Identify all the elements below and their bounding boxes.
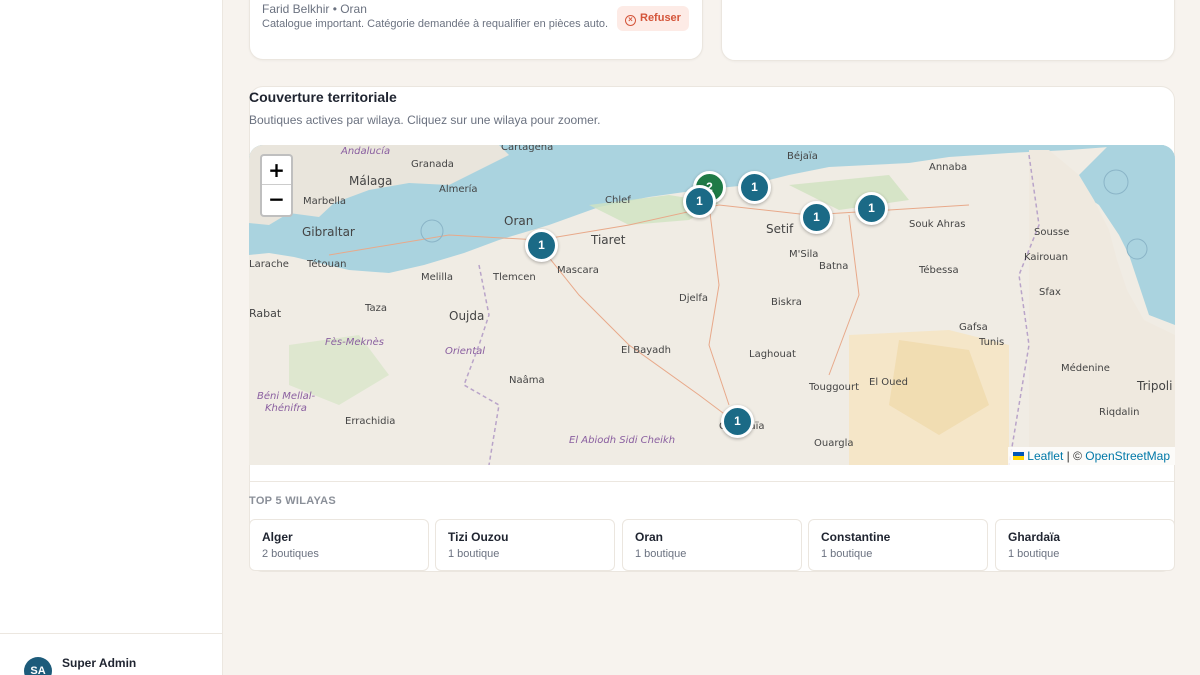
svg-text:Oriental: Oriental — [445, 346, 485, 357]
svg-text:Tébessa: Tébessa — [918, 264, 959, 276]
zoom-out-button[interactable]: − — [262, 185, 291, 214]
zoom-in-button[interactable]: + — [262, 156, 291, 185]
svg-text:Errachidia: Errachidia — [345, 416, 395, 427]
svg-text:Andalucía: Andalucía — [340, 145, 390, 157]
svg-text:Sousse: Sousse — [1034, 227, 1069, 238]
svg-text:Chlef: Chlef — [605, 195, 631, 206]
wilaya-name: Alger — [262, 530, 293, 544]
wilaya-count: 1 boutique — [635, 548, 687, 560]
svg-text:Granada: Granada — [411, 159, 454, 170]
seller-request-card: Farid Belkhir • Oran Catalogue important… — [249, 0, 703, 60]
map-attribution: Leaflet | © OpenStreetMap — [1008, 447, 1175, 465]
wilaya-count: 1 boutique — [448, 548, 500, 560]
svg-text:Biskra: Biskra — [771, 297, 802, 308]
svg-text:Tunis: Tunis — [978, 337, 1004, 348]
svg-text:Sfax: Sfax — [1039, 287, 1061, 298]
svg-text:Béni Mellal-: Béni Mellal- — [257, 390, 316, 402]
svg-text:Oran: Oran — [504, 214, 533, 228]
svg-text:Fès-Meknès: Fès-Meknès — [325, 336, 384, 348]
svg-text:El Abiodh Sidi Cheikh: El Abiodh Sidi Cheikh — [569, 435, 675, 446]
top-wilaya-card[interactable]: Oran 1 boutique — [622, 519, 802, 571]
svg-text:Béjaïa: Béjaïa — [787, 150, 818, 162]
top-wilaya-card[interactable]: Tizi Ouzou 1 boutique — [435, 519, 615, 571]
svg-text:Málaga: Málaga — [349, 174, 392, 188]
territory-map[interactable]: Andalucía Granada Cartagena Málaga Almer… — [249, 145, 1175, 465]
user-name: Super Admin — [62, 656, 137, 670]
svg-text:Touggourt: Touggourt — [808, 382, 859, 393]
svg-text:Melilla: Melilla — [421, 272, 453, 283]
svg-text:El Bayadh: El Bayadh — [621, 345, 671, 356]
map-marker-oran[interactable]: 1 — [525, 229, 558, 262]
svg-text:Annaba: Annaba — [929, 162, 967, 173]
svg-text:Tlemcen: Tlemcen — [492, 272, 536, 283]
top5-heading: TOP 5 WILAYAS — [249, 495, 337, 507]
wilaya-name: Ghardaïa — [1008, 530, 1061, 544]
svg-text:Mascara: Mascara — [557, 265, 599, 276]
svg-text:El Oued: El Oued — [869, 377, 908, 388]
svg-text:Khénifra: Khénifra — [265, 402, 307, 414]
coverage-card: Couverture territoriale Boutiques active… — [249, 86, 1175, 572]
svg-text:Gibraltar: Gibraltar — [302, 225, 355, 239]
svg-text:Larache: Larache — [249, 259, 289, 270]
avatar: SA — [24, 657, 52, 675]
svg-text:M'Sila: M'Sila — [789, 249, 818, 260]
svg-text:Djelfa: Djelfa — [679, 293, 708, 304]
svg-text:Kairouan: Kairouan — [1024, 252, 1068, 263]
section-divider — [249, 481, 1175, 482]
svg-text:Tripoli: Tripoli — [1136, 379, 1172, 393]
map-marker-alger[interactable]: 1 — [683, 185, 716, 218]
svg-text:Almería: Almería — [439, 183, 478, 195]
svg-text:Rabat: Rabat — [249, 307, 282, 320]
svg-text:Setif: Setif — [766, 222, 794, 236]
wilaya-name: Constantine — [821, 530, 891, 544]
top-wilaya-card[interactable]: Alger 2 boutiques — [249, 519, 429, 571]
svg-text:Ouargla: Ouargla — [814, 438, 854, 449]
svg-text:Laghouat: Laghouat — [749, 349, 796, 360]
map-marker-ghardaia[interactable]: 1 — [721, 405, 754, 438]
map-marker-constantine[interactable]: 1 — [855, 192, 888, 225]
side-card — [721, 0, 1175, 61]
svg-text:Marbella: Marbella — [303, 196, 346, 207]
ukraine-flag-icon — [1013, 452, 1025, 460]
request-meta: Farid Belkhir • Oran — [262, 2, 367, 16]
osm-link[interactable]: OpenStreetMap — [1085, 449, 1170, 463]
circle-x-icon: × — [625, 15, 636, 26]
svg-text:Tiaret: Tiaret — [590, 233, 626, 247]
map-marker-setif[interactable]: 1 — [800, 201, 833, 234]
wilaya-count: 2 boutiques — [262, 548, 319, 560]
refuse-label: Refuser — [640, 12, 681, 24]
svg-text:Gafsa: Gafsa — [959, 322, 988, 333]
top-wilaya-card[interactable]: Ghardaïa 1 boutique — [995, 519, 1175, 571]
leaflet-link[interactable]: Leaflet — [1027, 449, 1063, 463]
map-marker-tizi-ouzou[interactable]: 1 — [738, 171, 771, 204]
svg-text:Riqdalin: Riqdalin — [1099, 407, 1139, 418]
wilaya-name: Oran — [635, 530, 664, 544]
svg-text:Taza: Taza — [364, 303, 387, 314]
wilaya-count: 1 boutique — [1008, 548, 1060, 560]
refuse-button[interactable]: × Refuser — [617, 6, 689, 31]
wilaya-count: 1 boutique — [821, 548, 873, 560]
svg-text:Oujda: Oujda — [449, 309, 484, 323]
wilaya-name: Tizi Ouzou — [448, 530, 509, 544]
sidebar: SA Super Admin — [0, 0, 223, 675]
svg-text:Médenine: Médenine — [1061, 362, 1110, 374]
request-description: Catalogue important. Catégorie demandée … — [262, 18, 609, 30]
svg-text:Cartagena: Cartagena — [501, 145, 553, 153]
svg-text:Batna: Batna — [819, 261, 848, 272]
svg-text:Tétouan: Tétouan — [306, 258, 346, 270]
sidebar-user-footer[interactable]: SA Super Admin — [0, 633, 223, 675]
svg-text:Naâma: Naâma — [509, 374, 545, 386]
svg-text:Souk Ahras: Souk Ahras — [909, 219, 965, 230]
zoom-control: + − — [260, 154, 293, 217]
coverage-title: Couverture territoriale — [249, 89, 397, 105]
top-wilaya-card[interactable]: Constantine 1 boutique — [808, 519, 988, 571]
coverage-subtitle: Boutiques actives par wilaya. Cliquez su… — [249, 113, 601, 127]
attribution-separator: | © — [1066, 449, 1082, 463]
